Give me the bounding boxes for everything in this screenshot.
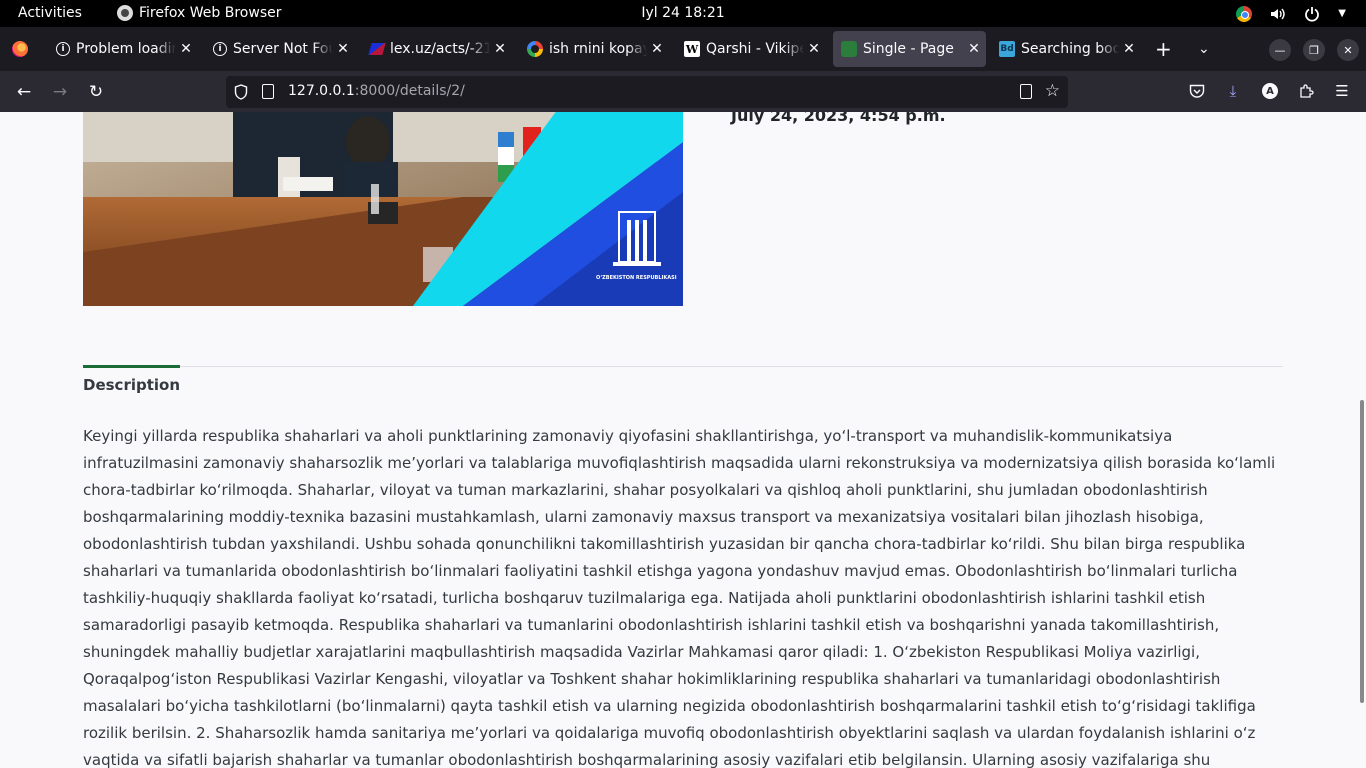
tab-problem-loading[interactable]: i Problem loading page ✕: [48, 31, 198, 67]
reader-view-icon[interactable]: [1020, 84, 1032, 99]
close-window-icon[interactable]: ✕: [1337, 39, 1359, 61]
tab-title: Searching bootstrap: [1021, 41, 1119, 57]
tabs-divider: [83, 366, 1283, 367]
url-host: 127.0.0.1: [288, 83, 355, 99]
system-top-bar: Activities Firefox Web Browser Iyl 24 18…: [0, 0, 1366, 27]
wikipedia-icon: W: [684, 41, 700, 57]
account-avatar: A: [1262, 83, 1278, 99]
active-tab-indicator: [83, 365, 180, 368]
tab-description[interactable]: Description: [83, 376, 180, 394]
close-icon[interactable]: ✕: [1119, 41, 1139, 57]
hamburger-menu-icon[interactable]: ☰: [1331, 80, 1353, 102]
tab-title: Problem loading page: [76, 41, 176, 57]
system-tray[interactable]: ▼: [1236, 0, 1366, 27]
bootstrap-icon: Bd: [999, 41, 1015, 57]
address-bar[interactable]: 127.0.0.1:8000/details/2/ ☆: [226, 76, 1068, 108]
info-icon: i: [56, 42, 70, 56]
tab-strip: i Problem loading page ✕ i Server Not Fo…: [0, 27, 1366, 71]
url-text[interactable]: 127.0.0.1:8000/details/2/: [288, 83, 465, 99]
tab-qarshi-wiki[interactable]: W Qarshi - Vikipedia ✕: [676, 31, 826, 67]
close-icon[interactable]: ✕: [647, 41, 667, 57]
new-tab-plus-icon[interactable]: +: [1155, 39, 1172, 59]
tab-title: Single - Page: [863, 41, 954, 57]
chrome-icon[interactable]: [1236, 5, 1253, 22]
back-arrow-icon[interactable]: ←: [12, 80, 36, 104]
tab-searching-bootstrap[interactable]: Bd Searching bootstrap ✕: [991, 31, 1141, 67]
minimize-icon[interactable]: —: [1269, 39, 1291, 61]
close-icon[interactable]: ✕: [804, 41, 824, 57]
page-viewport: O‘ZBEKISTON RESPUBLIKASI July 24, 2023, …: [0, 112, 1366, 768]
tab-title: ish rnini kopaytirish: [549, 41, 647, 57]
ministry-logo-text: O‘ZBEKISTON RESPUBLIKASI: [596, 275, 677, 281]
power-icon[interactable]: [1304, 6, 1320, 22]
navigation-toolbar: ← → ↻ 127.0.0.1:8000/details/2/ ☆ ⤓ A ☰: [0, 71, 1366, 112]
post-description: Keyingi yillarda respublika shaharlari v…: [83, 427, 1276, 768]
close-icon[interactable]: ✕: [176, 41, 196, 57]
tab-server-not-found[interactable]: i Server Not Found ✕: [205, 31, 355, 67]
tab-title: Qarshi - Vikipedia: [706, 41, 804, 57]
extensions-puzzle-icon[interactable]: [1295, 80, 1317, 102]
post-image: O‘ZBEKISTON RESPUBLIKASI: [83, 112, 683, 306]
tab-google-search[interactable]: ish rnini kopaytirish ✕: [519, 31, 669, 67]
close-icon[interactable]: ✕: [964, 41, 984, 57]
close-icon[interactable]: ✕: [490, 41, 510, 57]
list-all-tabs-chevron-icon[interactable]: ⌄: [1198, 41, 1210, 57]
page-info-icon[interactable]: [262, 84, 274, 99]
activities-button[interactable]: Activities: [18, 5, 82, 21]
chevron-down-icon[interactable]: ▼: [1338, 8, 1346, 19]
app-name: Firefox Web Browser: [139, 5, 282, 21]
google-icon: [527, 41, 543, 57]
post-date: July 24, 2023, 4:54 p.m.: [731, 112, 946, 125]
firefox-view-icon[interactable]: [12, 41, 28, 57]
info-icon: i: [213, 42, 227, 56]
pocket-icon[interactable]: [1186, 80, 1208, 102]
firefox-app-icon: [117, 5, 133, 21]
tab-single-page[interactable]: Single - Page ✕: [833, 31, 986, 67]
volume-icon[interactable]: [1270, 6, 1286, 22]
close-icon[interactable]: ✕: [333, 41, 353, 57]
site-favicon-icon: [841, 41, 857, 57]
app-menu[interactable]: Firefox Web Browser: [117, 5, 282, 21]
url-path: :8000/details/2/: [354, 83, 465, 99]
account-icon[interactable]: A: [1259, 80, 1281, 102]
downloads-icon[interactable]: ⤓: [1222, 80, 1244, 102]
maximize-icon[interactable]: ❐: [1303, 39, 1325, 61]
bookmark-star-icon[interactable]: ☆: [1045, 81, 1060, 101]
tab-title: Server Not Found: [233, 41, 333, 57]
reload-icon[interactable]: ↻: [84, 80, 108, 104]
tab-lex-uz[interactable]: lex.uz/acts/-21 ✕: [362, 31, 512, 67]
lex-favicon-icon: [368, 43, 386, 55]
forward-arrow-icon[interactable]: →: [48, 80, 72, 104]
page-scrollbar[interactable]: [1360, 400, 1364, 703]
tracking-protection-shield-icon[interactable]: [234, 84, 248, 100]
tab-title: lex.uz/acts/-21: [390, 41, 490, 57]
